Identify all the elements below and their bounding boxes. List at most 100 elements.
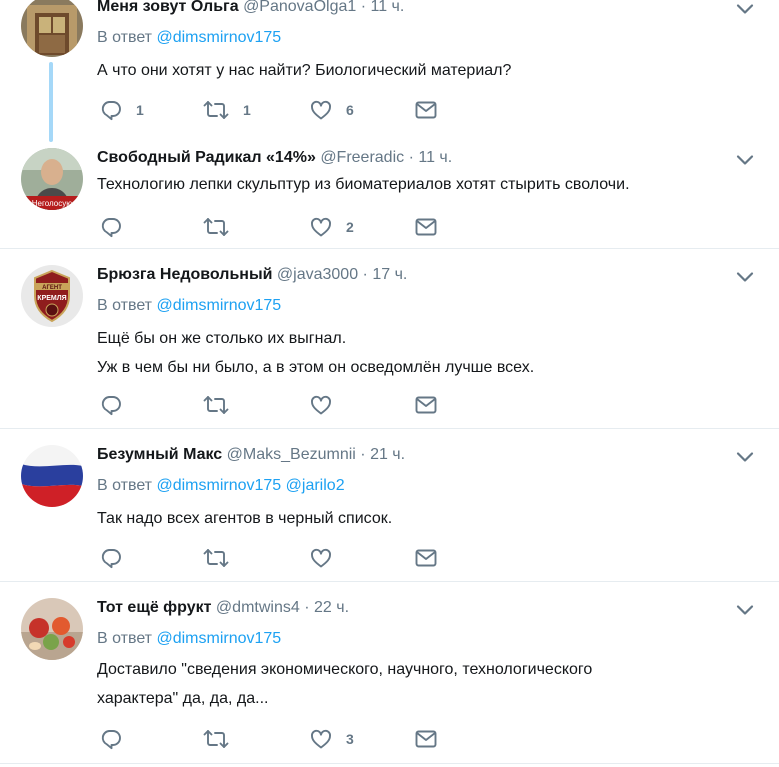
like-icon bbox=[310, 728, 332, 750]
reply-icon bbox=[100, 547, 122, 569]
tweet-text-line: Доставило "сведения экономического, науч… bbox=[97, 661, 593, 678]
tweet-header: Брюзга Недовольный @java3000 · 17 ч. bbox=[97, 265, 407, 285]
avatar[interactable]: Неголосую bbox=[21, 148, 83, 210]
mention-link[interactable]: @dimsmirnov175 bbox=[156, 477, 281, 494]
like-icon bbox=[310, 216, 332, 238]
separator-dot: · bbox=[362, 266, 368, 283]
username[interactable]: @Maks_Bezumnii bbox=[227, 446, 356, 463]
retweet-icon bbox=[203, 216, 229, 238]
mention-link[interactable]: @dimsmirnov175 bbox=[156, 29, 281, 46]
tweet-text: Доставило "сведения экономического, науч… bbox=[97, 655, 737, 713]
mention-link[interactable]: @jarilo2 bbox=[286, 477, 345, 494]
tweet-text: Технологию лепки скульптур из биоматериа… bbox=[97, 170, 737, 199]
tweet-header: Безумный Макс @Maks_Bezumnii · 21 ч. bbox=[97, 445, 405, 465]
avatar[interactable] bbox=[21, 445, 83, 507]
retweet-button[interactable]: 1 bbox=[203, 99, 251, 121]
username[interactable]: @java3000 bbox=[277, 266, 358, 283]
reply-button[interactable] bbox=[100, 547, 136, 569]
direct-message-button[interactable] bbox=[415, 216, 437, 238]
retweet-button[interactable] bbox=[203, 728, 243, 750]
avatar[interactable] bbox=[21, 0, 83, 57]
timestamp[interactable]: 22 ч. bbox=[314, 599, 349, 616]
retweet-icon bbox=[203, 547, 229, 569]
tweet-text: А что они хотят у нас найти? Биологическ… bbox=[97, 56, 737, 85]
like-button[interactable] bbox=[310, 394, 346, 416]
retweet-button[interactable] bbox=[203, 394, 243, 416]
like-count: 2 bbox=[346, 219, 354, 235]
like-icon bbox=[310, 547, 332, 569]
like-count: 6 bbox=[346, 102, 354, 118]
tweet-actions bbox=[100, 394, 500, 416]
tweet-actions: 3 bbox=[100, 728, 500, 750]
username[interactable]: @dmtwins4 bbox=[216, 599, 300, 616]
tweet-actions: 1 1 6 bbox=[100, 99, 500, 121]
timestamp[interactable]: 11 ч. bbox=[371, 0, 405, 15]
like-button[interactable]: 6 bbox=[310, 99, 354, 121]
tweet-text-line: Ещё бы он же столько их выгнал. bbox=[97, 330, 347, 347]
tweet[interactable]: Меня зовут Ольга @PanovaOlga1 · 11 ч. В … bbox=[0, 0, 779, 142]
direct-message-button[interactable] bbox=[415, 99, 437, 121]
direct-message-button[interactable] bbox=[415, 547, 437, 569]
reply-button[interactable] bbox=[100, 728, 136, 750]
avatar-caption: КРЕМЛЯ bbox=[37, 295, 66, 302]
reply-icon bbox=[100, 394, 122, 416]
tweet-text-line: Уж в чем бы ни было, а в этом он осведом… bbox=[97, 359, 535, 376]
username[interactable]: @PanovaOlga1 bbox=[243, 0, 356, 15]
message-icon bbox=[415, 99, 437, 121]
chevron-down-icon[interactable] bbox=[736, 604, 754, 616]
timestamp[interactable]: 21 ч. bbox=[370, 446, 405, 463]
tweet[interactable]: АГЕНТ КРЕМЛЯ Брюзга Недовольный @java300… bbox=[0, 249, 779, 429]
username[interactable]: @Freeradic bbox=[320, 149, 404, 166]
retweet-icon bbox=[203, 728, 229, 750]
tweet[interactable]: Тот ещё фрукт @dmtwins4 · 22 ч. В ответ … bbox=[0, 582, 779, 764]
avatar[interactable]: АГЕНТ КРЕМЛЯ bbox=[21, 265, 83, 327]
like-button[interactable]: 2 bbox=[310, 216, 354, 238]
tweet[interactable]: Безумный Макс @Maks_Bezumnii · 21 ч. В о… bbox=[0, 429, 779, 582]
direct-message-button[interactable] bbox=[415, 394, 437, 416]
display-name[interactable]: Тот ещё фрукт bbox=[97, 599, 211, 616]
retweet-icon bbox=[203, 394, 229, 416]
like-button[interactable]: 3 bbox=[310, 728, 354, 750]
direct-message-button[interactable] bbox=[415, 728, 437, 750]
message-icon bbox=[415, 216, 437, 238]
avatar-caption: Неголосую bbox=[32, 199, 72, 208]
timestamp[interactable]: 11 ч. bbox=[418, 149, 452, 166]
display-name[interactable]: Брюзга Недовольный bbox=[97, 266, 272, 283]
reply-prefix: В ответ bbox=[97, 477, 153, 494]
reply-button[interactable]: 1 bbox=[100, 99, 144, 121]
avatar-caption: АГЕНТ bbox=[42, 285, 62, 291]
chevron-down-icon[interactable] bbox=[736, 154, 754, 166]
display-name[interactable]: Свободный Радикал «14%» bbox=[97, 149, 316, 166]
reply-button[interactable] bbox=[100, 394, 136, 416]
separator-dot: · bbox=[360, 446, 366, 463]
separator-dot: · bbox=[360, 0, 367, 15]
chevron-down-icon[interactable] bbox=[736, 451, 754, 463]
mention-link[interactable]: @dimsmirnov175 bbox=[156, 297, 281, 314]
thread-connector bbox=[49, 62, 53, 142]
reply-prefix: В ответ bbox=[97, 297, 153, 314]
mention-link[interactable]: @dimsmirnov175 bbox=[156, 630, 281, 647]
chevron-down-icon[interactable] bbox=[736, 3, 754, 15]
retweet-icon bbox=[203, 99, 229, 121]
retweet-count: 1 bbox=[243, 102, 251, 118]
tweet-header: Свободный Радикал «14%» @Freeradic · 11 … bbox=[97, 148, 452, 168]
display-name[interactable]: Безумный Макс bbox=[97, 446, 222, 463]
tweet-text: Так надо всех агентов в черный список. bbox=[97, 504, 737, 533]
display-name[interactable]: Меня зовут Ольга bbox=[97, 0, 239, 15]
reply-context: В ответ @dimsmirnov175 bbox=[97, 28, 281, 48]
chevron-down-icon[interactable] bbox=[736, 271, 754, 283]
retweet-button[interactable] bbox=[203, 216, 243, 238]
reply-context: В ответ @dimsmirnov175 bbox=[97, 629, 281, 649]
like-icon bbox=[310, 394, 332, 416]
retweet-button[interactable] bbox=[203, 547, 243, 569]
reply-prefix: В ответ bbox=[97, 630, 153, 647]
timestamp[interactable]: 17 ч. bbox=[372, 266, 407, 283]
tweet-actions: 2 bbox=[100, 216, 500, 238]
message-icon bbox=[415, 547, 437, 569]
tweet[interactable]: Неголосую Свободный Радикал «14%» @Freer… bbox=[0, 142, 779, 249]
reply-button[interactable] bbox=[100, 216, 136, 238]
avatar[interactable] bbox=[21, 598, 83, 660]
like-button[interactable] bbox=[310, 547, 346, 569]
tweet-header: Меня зовут Ольга @PanovaOlga1 · 11 ч. bbox=[97, 0, 404, 17]
tweet-text: Ещё бы он же столько их выгнал. Уж в чем… bbox=[97, 324, 737, 382]
